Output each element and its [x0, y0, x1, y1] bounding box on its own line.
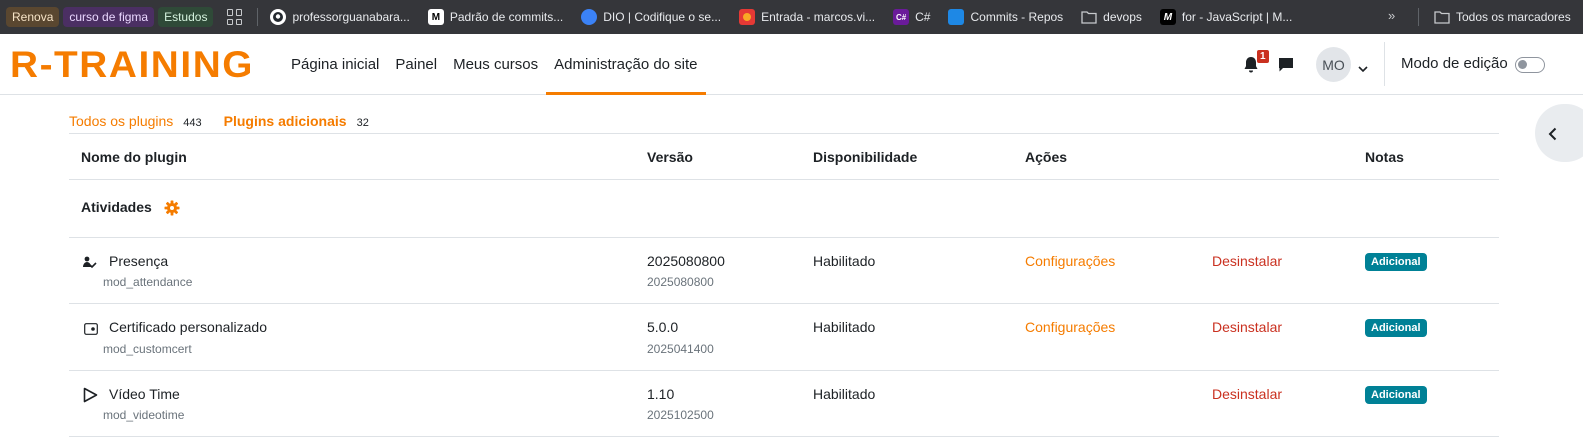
azure-devops-icon	[948, 9, 965, 25]
filter-additional-plugins[interactable]: Plugins adicionais	[224, 113, 347, 129]
all-plugins-count: 443	[183, 117, 202, 129]
dio-icon	[581, 9, 598, 25]
uninstall-link[interactable]: Desinstalar	[1212, 253, 1282, 269]
plugin-name: Presença	[109, 253, 169, 269]
logo-text: R-TRAINING	[10, 48, 254, 80]
category-bottom-border	[69, 237, 1499, 238]
plugin-version: 5.0.0	[647, 319, 679, 335]
more-bookmarks-icon[interactable]: »	[1388, 8, 1395, 23]
chevron-left-icon	[1548, 127, 1557, 141]
primary-navigation: Página inicial Painel Meus cursos Admini…	[283, 34, 706, 95]
plugin-build: 2025102500	[647, 408, 714, 422]
bookmark-csharp[interactable]: C# C#	[893, 9, 930, 25]
nav-home[interactable]: Página inicial	[283, 34, 387, 94]
notification-count-badge: 1	[1257, 50, 1269, 63]
attendance-icon	[81, 255, 97, 276]
plugin-build: 2025041400	[647, 342, 714, 356]
plugin-name: Vídeo Time	[109, 386, 180, 402]
plugin-build: 2025080800	[647, 275, 714, 289]
bookmark-github[interactable]: professorguanabara...	[270, 9, 410, 25]
bookmark-dio[interactable]: DIO | Codifique o se...	[581, 9, 721, 25]
uninstall-link[interactable]: Desinstalar	[1212, 319, 1282, 335]
plugin-availability: Habilitado	[813, 319, 876, 335]
settings-link[interactable]: Configurações	[1025, 253, 1115, 269]
mdn-icon: M	[1159, 9, 1176, 25]
category-title: Atividades	[81, 199, 152, 215]
filter-all-plugins[interactable]: Todos os plugins	[69, 113, 173, 129]
bookmark-folder-estudos[interactable]: Estudos	[158, 7, 214, 27]
bookmark-folder-figma[interactable]: curso de figma	[63, 7, 155, 27]
category-settings-gear-icon[interactable]	[164, 200, 180, 221]
all-bookmarks-button[interactable]: Todos os marcadores	[1434, 0, 1571, 34]
plugin-component: mod_videotime	[103, 408, 185, 422]
folder-icon	[1434, 9, 1450, 25]
edit-mode-toggle[interactable]	[1515, 57, 1545, 73]
plugin-version: 2025080800	[647, 253, 725, 269]
plugin-availability: Habilitado	[813, 386, 876, 402]
nav-dashboard[interactable]: Painel	[387, 34, 445, 94]
table-top-border	[69, 133, 1499, 134]
bookmark-commits[interactable]: M Padrão de commits...	[427, 9, 563, 25]
header-version: Versão	[647, 149, 693, 165]
header-plugin-name: Nome do plugin	[81, 149, 187, 165]
nav-my-courses[interactable]: Meus cursos	[445, 34, 546, 94]
chevron-down-icon[interactable]	[1358, 60, 1368, 78]
medium-icon: M	[427, 9, 444, 25]
play-icon	[83, 387, 98, 408]
nav-site-administration[interactable]: Administração do site	[546, 34, 706, 95]
messages-icon[interactable]	[1278, 57, 1294, 78]
settings-link[interactable]: Configurações	[1025, 319, 1115, 335]
site-logo[interactable]: R-TRAINING	[10, 44, 255, 85]
certificate-icon	[84, 322, 98, 340]
open-block-drawer-button[interactable]	[1535, 104, 1583, 162]
bookmark-mdn[interactable]: M for - JavaScript | M...	[1159, 9, 1292, 25]
mail-icon	[739, 9, 756, 25]
plugin-version: 1.10	[647, 386, 675, 402]
header-availability: Disponibilidade	[813, 149, 918, 165]
apps-grid-icon[interactable]	[227, 9, 243, 25]
site-navbar: R-TRAINING Página inicial Painel Meus cu…	[0, 34, 1583, 95]
github-icon	[270, 9, 287, 25]
plugin-component: mod_customcert	[103, 342, 192, 356]
plugin-filters: Todos os plugins 443 Plugins adicionais …	[69, 113, 391, 129]
additional-plugins-count: 32	[356, 117, 369, 129]
csharp-icon: C#	[893, 9, 910, 25]
plugin-component: mod_attendance	[103, 275, 193, 289]
folder-icon	[1081, 9, 1097, 25]
additional-badge: Adicional	[1365, 386, 1427, 404]
bookmark-folder-devops[interactable]: devops	[1081, 9, 1142, 25]
bookmark-folder-renova[interactable]: Renova	[6, 7, 60, 27]
navbar-divider	[1384, 42, 1385, 86]
plugin-name: Certificado personalizado	[109, 319, 267, 335]
row-border	[69, 370, 1499, 371]
header-bottom-border	[69, 179, 1499, 180]
bookmark-azure-commits[interactable]: Commits - Repos	[948, 9, 1063, 25]
bookmarks-bar: Renova curso de figma Estudos professorg…	[0, 0, 1583, 34]
uninstall-link[interactable]: Desinstalar	[1212, 386, 1282, 402]
additional-badge: Adicional	[1365, 319, 1427, 337]
row-border	[69, 303, 1499, 304]
row-border	[69, 436, 1499, 437]
plugin-availability: Habilitado	[813, 253, 876, 269]
edit-mode-label: Modo de edição	[1401, 55, 1508, 72]
bookmarks-separator	[257, 8, 259, 26]
bookmark-mail[interactable]: Entrada - marcos.vi...	[739, 9, 875, 25]
header-notes: Notas	[1365, 149, 1404, 165]
bookmarks-separator-right	[1418, 8, 1419, 26]
user-avatar[interactable]: MO	[1316, 47, 1351, 82]
additional-badge: Adicional	[1365, 253, 1427, 271]
header-actions: Ações	[1025, 149, 1068, 165]
